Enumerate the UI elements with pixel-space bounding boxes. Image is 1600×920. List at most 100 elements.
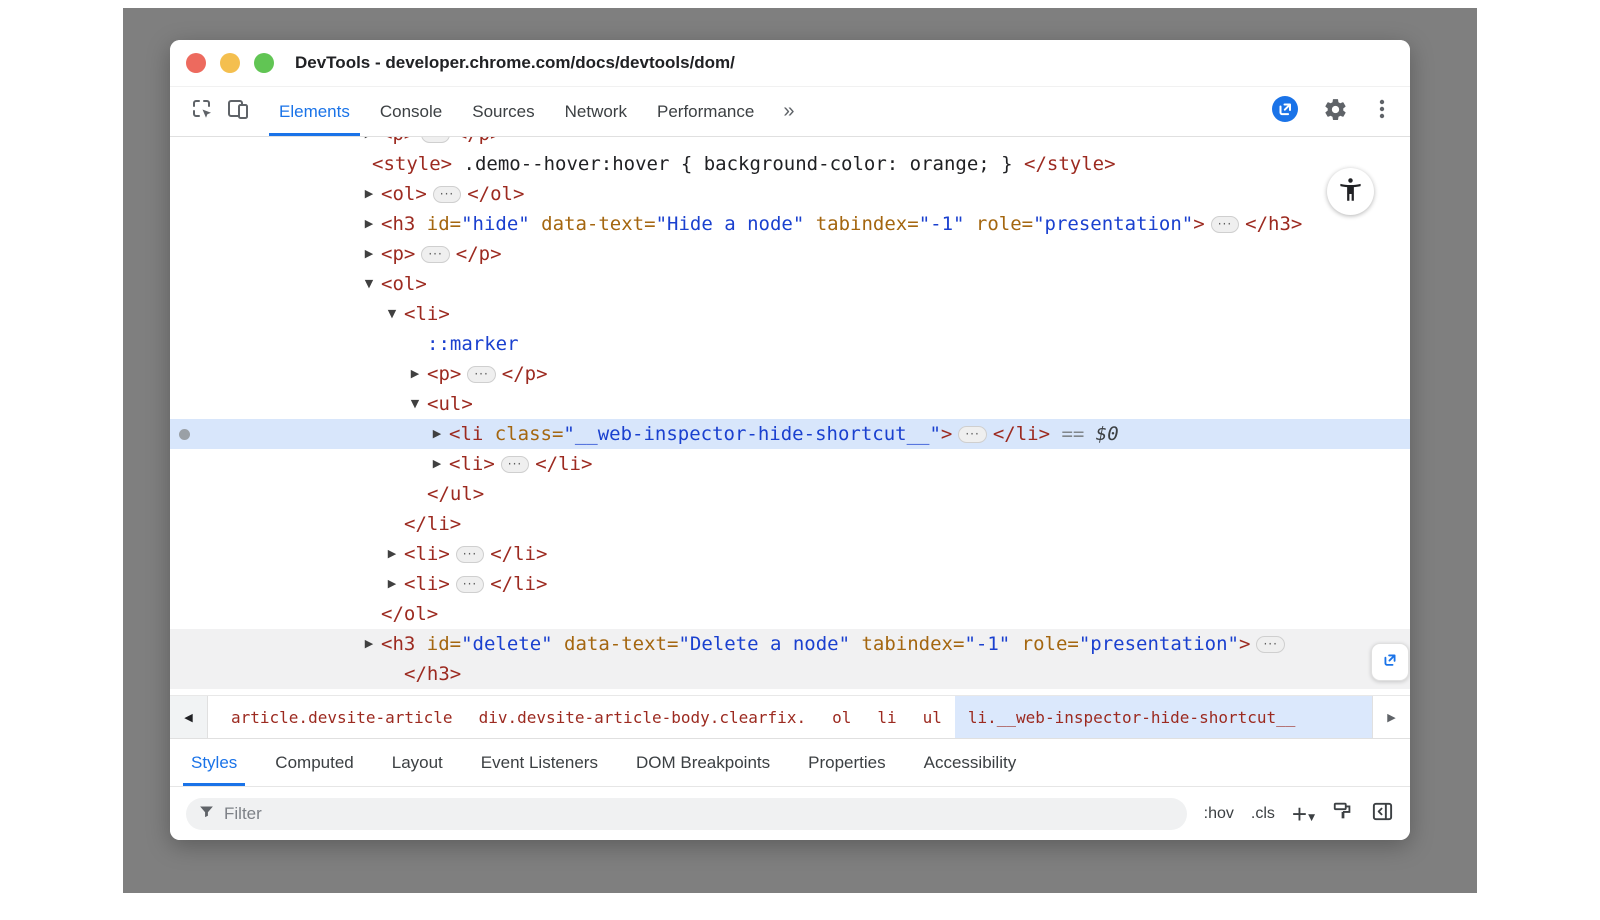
disclosure-collapsed-icon[interactable]: ▶ bbox=[361, 209, 377, 239]
disclosure-collapsed-icon[interactable]: ▶ bbox=[384, 569, 400, 599]
expand-inline-icon[interactable]: ··· bbox=[421, 137, 449, 143]
expand-inline-icon[interactable]: ··· bbox=[456, 576, 484, 593]
dom-tree-row[interactable]: <style> .demo--hover:hover { background-… bbox=[170, 149, 1410, 179]
breadcrumb-item[interactable]: ol bbox=[819, 696, 864, 738]
code-segment: </p> bbox=[456, 243, 502, 265]
code-segment: .demo--hover:hover { background-color: o… bbox=[452, 153, 1024, 175]
dom-tree-row[interactable]: ▼<ul> bbox=[170, 389, 1410, 419]
dom-tree-row-content: </ul> bbox=[170, 479, 1410, 509]
code-segment: <h3 bbox=[381, 213, 415, 235]
panel-tab-dom-breakpoints[interactable]: DOM Breakpoints bbox=[617, 739, 789, 786]
code-segment: "delete" bbox=[461, 633, 553, 655]
panel-tab-event-listeners[interactable]: Event Listeners bbox=[462, 739, 617, 786]
hov-label: :hov bbox=[1204, 805, 1234, 823]
code-segment: </li> bbox=[993, 423, 1050, 445]
disclosure-expanded-icon[interactable]: ▼ bbox=[361, 269, 377, 299]
breadcrumb-scroll-right-button[interactable]: ▶ bbox=[1372, 696, 1410, 738]
minimize-button[interactable] bbox=[220, 53, 240, 73]
expand-inline-icon[interactable]: ··· bbox=[433, 186, 461, 203]
dom-tree-row[interactable]: ▶<h3 id="hide" data-text="Hide a node" t… bbox=[170, 209, 1410, 239]
scroll-into-view-float-button[interactable] bbox=[1371, 643, 1409, 681]
dom-tree-row[interactable]: ▶<p>···</p> bbox=[170, 359, 1410, 389]
dom-tree-row-content: ▶<li>···</li> bbox=[170, 449, 1410, 479]
tab-network[interactable]: Network bbox=[550, 87, 642, 136]
disclosure-collapsed-icon[interactable]: ▶ bbox=[384, 539, 400, 569]
breadcrumb-item[interactable]: div.devsite-article-body.clearfix. bbox=[466, 696, 820, 738]
panel-tab-computed[interactable]: Computed bbox=[256, 739, 372, 786]
expand-inline-icon[interactable]: ··· bbox=[467, 366, 495, 383]
code-segment: <ol> bbox=[381, 183, 427, 205]
dom-tree-row[interactable]: ▶<p>···</p> bbox=[170, 689, 1410, 695]
dom-tree-row-content: ▶<h3 id="delete" data-text="Delete a nod… bbox=[170, 629, 1410, 659]
dom-tree-row[interactable]: </ul> bbox=[170, 479, 1410, 509]
disclosure-collapsed-icon[interactable]: ▶ bbox=[361, 179, 377, 209]
focus-badge-button[interactable] bbox=[1271, 95, 1299, 128]
breadcrumb-scroll-left-button[interactable]: ◀ bbox=[170, 696, 208, 738]
expand-inline-icon[interactable]: ··· bbox=[958, 426, 986, 443]
disclosure-collapsed-icon[interactable]: ▶ bbox=[429, 449, 445, 479]
close-button[interactable] bbox=[186, 53, 206, 73]
device-toolbar-button[interactable] bbox=[220, 94, 256, 130]
dom-tree-row[interactable]: ▶<h3 id="delete" data-text="Delete a nod… bbox=[170, 629, 1410, 659]
settings-button[interactable] bbox=[1323, 97, 1348, 127]
disclosure-collapsed-icon[interactable]: ▶ bbox=[361, 689, 377, 695]
disclosure-collapsed-icon[interactable]: ▶ bbox=[361, 137, 377, 149]
breadcrumb-item[interactable]: li.__web-inspector-hide-shortcut__ bbox=[955, 696, 1372, 738]
dom-tree-row[interactable]: </ol> bbox=[170, 599, 1410, 629]
breadcrumb-item[interactable]: article.devsite-article bbox=[218, 696, 466, 738]
styles-filter-input[interactable]: Filter bbox=[186, 798, 1187, 830]
dom-tree-row[interactable]: </li> bbox=[170, 509, 1410, 539]
breadcrumb-item[interactable]: li bbox=[864, 696, 909, 738]
accessibility-float-button[interactable] bbox=[1327, 168, 1374, 215]
expand-inline-icon[interactable]: ··· bbox=[456, 546, 484, 563]
inspect-element-button[interactable] bbox=[184, 94, 220, 130]
dom-tree-row[interactable]: </h3> bbox=[170, 659, 1410, 689]
breadcrumb-item[interactable]: ul bbox=[910, 696, 955, 738]
dom-tree-row[interactable]: ▶<li class="__web-inspector-hide-shortcu… bbox=[170, 419, 1410, 449]
devtools-toolbar: ElementsConsoleSourcesNetworkPerformance… bbox=[170, 87, 1410, 137]
dom-tree-row[interactable]: ▶<p>···</p> bbox=[170, 137, 1410, 149]
dom-tree-row[interactable]: ::marker bbox=[170, 329, 1410, 359]
rendering-emulations-button[interactable] bbox=[1332, 800, 1354, 827]
code-segment: <p> bbox=[381, 693, 415, 695]
disclosure-collapsed-icon[interactable]: ▶ bbox=[407, 359, 423, 389]
dom-tree-row[interactable]: ▶<p>···</p> bbox=[170, 239, 1410, 269]
more-tabs-button[interactable]: » bbox=[769, 87, 808, 136]
caret-down-icon: ▼ bbox=[1308, 810, 1315, 826]
tab-sources[interactable]: Sources bbox=[457, 87, 549, 136]
tab-console[interactable]: Console bbox=[365, 87, 457, 136]
code-segment: "presentation" bbox=[1033, 213, 1193, 235]
new-style-rule-button[interactable]: + ▼ bbox=[1292, 802, 1315, 826]
panel-tab-styles[interactable]: Styles bbox=[172, 739, 256, 786]
disclosure-collapsed-icon[interactable]: ▶ bbox=[361, 239, 377, 269]
toggle-element-state-button[interactable]: :hov bbox=[1204, 805, 1234, 823]
dom-tree-row[interactable]: ▶<li>···</li> bbox=[170, 569, 1410, 599]
dom-tree-row[interactable]: ▶<ol>···</ol> bbox=[170, 179, 1410, 209]
expand-inline-icon[interactable]: ··· bbox=[1256, 636, 1284, 653]
dom-tree-row[interactable]: ▼<ol> bbox=[170, 269, 1410, 299]
code-segment: </style> bbox=[1024, 153, 1116, 175]
disclosure-expanded-icon[interactable]: ▼ bbox=[407, 389, 423, 419]
code-segment: </li> bbox=[490, 543, 547, 565]
dom-tree-row[interactable]: ▼<li> bbox=[170, 299, 1410, 329]
element-classes-button[interactable]: .cls bbox=[1251, 805, 1275, 823]
expand-inline-icon[interactable]: ··· bbox=[1211, 216, 1239, 233]
expand-inline-icon[interactable]: ··· bbox=[501, 456, 529, 473]
dom-tree-row[interactable]: ▶<li>···</li> bbox=[170, 449, 1410, 479]
code-segment: <li> bbox=[404, 573, 450, 595]
zoom-button[interactable] bbox=[254, 53, 274, 73]
disclosure-expanded-icon[interactable]: ▼ bbox=[384, 299, 400, 329]
panel-tab-properties[interactable]: Properties bbox=[789, 739, 904, 786]
disclosure-collapsed-icon[interactable]: ▶ bbox=[429, 419, 445, 449]
more-menu-button[interactable] bbox=[1372, 97, 1392, 126]
tab-elements[interactable]: Elements bbox=[264, 87, 365, 136]
expand-inline-icon[interactable]: ··· bbox=[421, 246, 449, 263]
code-segment: tabindex= bbox=[850, 633, 964, 655]
tab-performance[interactable]: Performance bbox=[642, 87, 769, 136]
toggle-sidebar-button[interactable] bbox=[1371, 800, 1394, 828]
dom-tree-row-content: </h3> bbox=[170, 659, 1410, 689]
panel-tab-accessibility[interactable]: Accessibility bbox=[905, 739, 1036, 786]
disclosure-collapsed-icon[interactable]: ▶ bbox=[361, 629, 377, 659]
panel-tab-layout[interactable]: Layout bbox=[373, 739, 462, 786]
dom-tree-row[interactable]: ▶<li>···</li> bbox=[170, 539, 1410, 569]
